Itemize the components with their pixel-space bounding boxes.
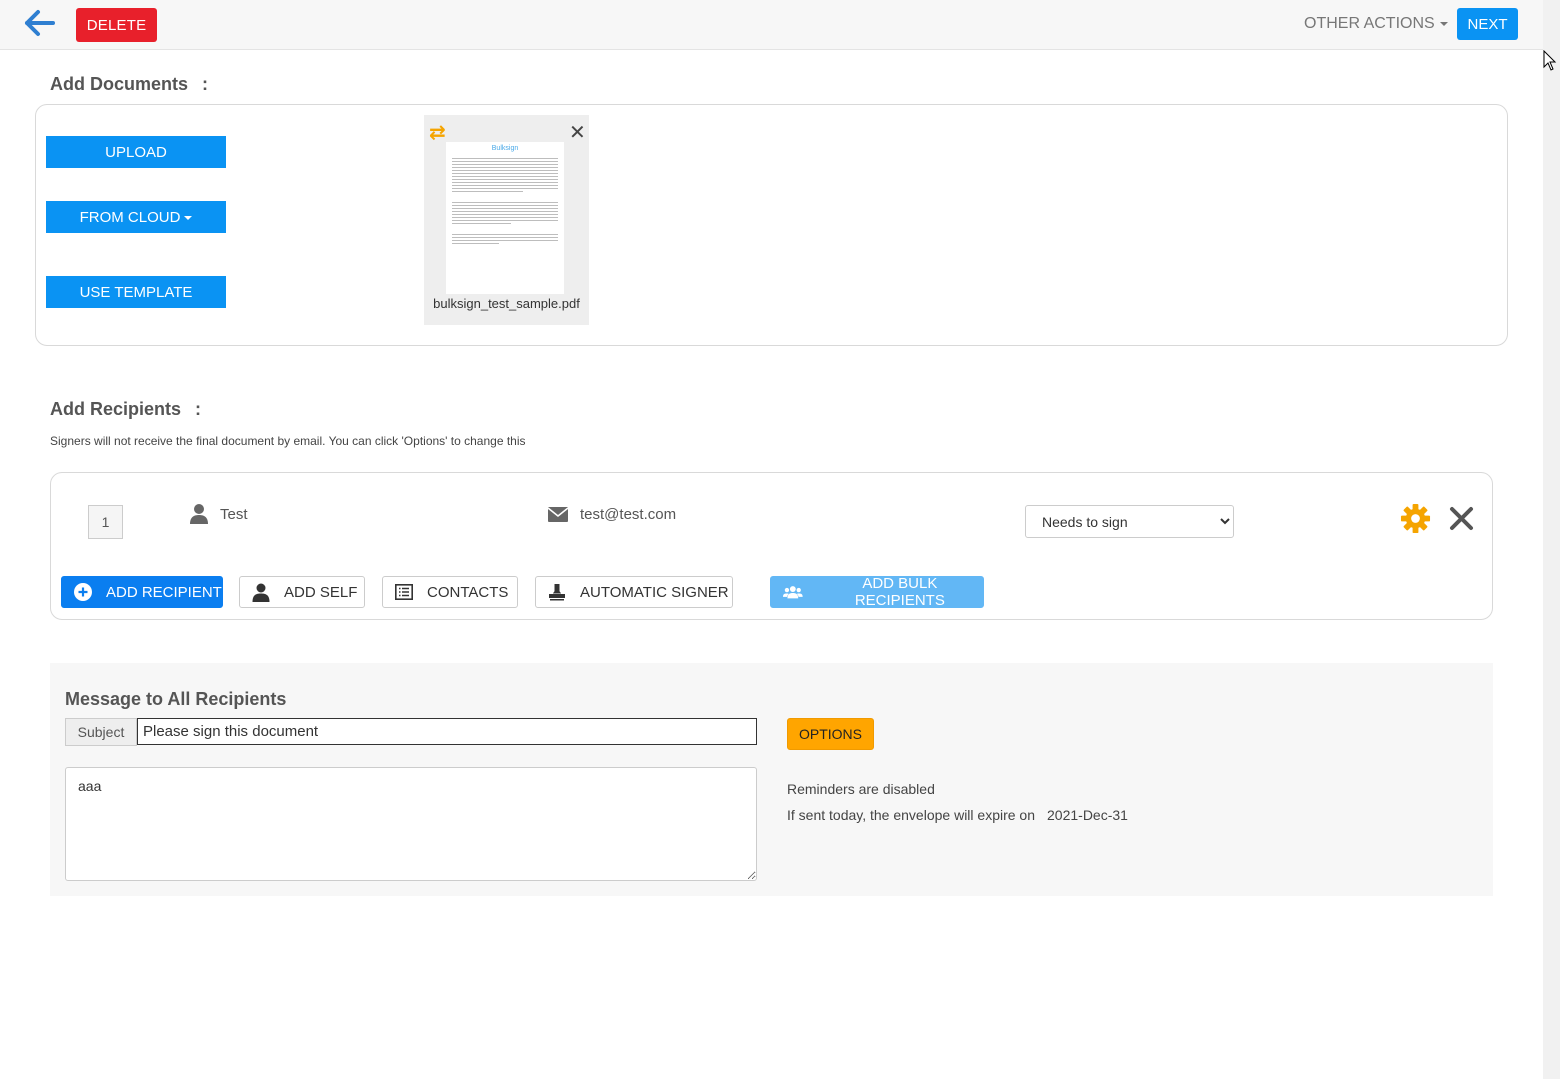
document-thumbnail[interactable]: ⇄ ✕ Bulksign bulksign_test_sample.pdf <box>424 115 589 325</box>
add-recipient-button[interactable]: ADD RECIPIENT <box>61 576 223 608</box>
recipient-name[interactable]: Test <box>220 506 248 523</box>
preview-title: Bulksign <box>491 145 519 152</box>
add-documents-label: Add Documents <box>50 74 189 94</box>
add-recipients-title: Add Recipients: <box>50 399 201 420</box>
use-template-button[interactable]: USE TEMPLATE <box>46 276 226 308</box>
user-icon <box>252 583 270 602</box>
contacts-label: CONTACTS <box>427 583 509 601</box>
reminders-status: Reminders are disabled <box>787 781 935 797</box>
caret-down-icon <box>1439 21 1448 26</box>
caret-down-icon <box>184 215 193 220</box>
document-filename: bulksign_test_sample.pdf <box>433 296 580 311</box>
add-self-button[interactable]: ADD SELF <box>239 576 365 608</box>
user-icon <box>190 504 208 524</box>
message-title: Message to All Recipients <box>65 689 287 709</box>
gear-icon[interactable] <box>1400 503 1431 534</box>
from-cloud-button[interactable]: FROM CLOUD <box>46 201 226 233</box>
other-actions-dropdown[interactable]: OTHER ACTIONS <box>1304 15 1448 33</box>
add-bulk-recipients-label: ADD BULK RECIPIENTS <box>854 575 945 609</box>
delete-button[interactable]: DELETE <box>76 8 157 42</box>
expiration-text: If sent today, the envelope will expire … <box>787 807 1036 823</box>
colon: : <box>202 74 209 94</box>
remove-document-icon[interactable]: ✕ <box>569 120 586 145</box>
add-self-label: ADD SELF <box>284 583 358 601</box>
back-arrow-icon[interactable] <box>22 8 56 38</box>
stamp-icon <box>549 584 565 601</box>
document-preview-page: Bulksign <box>446 142 564 294</box>
automatic-signer-label: AUTOMATIC SIGNER <box>580 583 729 601</box>
replace-document-icon[interactable]: ⇄ <box>429 120 446 145</box>
next-button[interactable]: NEXT <box>1457 8 1518 40</box>
recipient-order-input[interactable]: 1 <box>88 505 123 539</box>
upload-button[interactable]: UPLOAD <box>46 136 226 168</box>
preview-text-lines <box>446 158 564 244</box>
documents-panel <box>35 104 1508 346</box>
list-icon <box>395 584 413 600</box>
recipient-email[interactable]: test@test.com <box>580 506 676 523</box>
options-button[interactable]: OPTIONS <box>787 718 874 750</box>
add-documents-title: Add Documents: <box>50 74 208 95</box>
subject-input[interactable] <box>137 718 757 745</box>
top-toolbar: DELETE OTHER ACTIONS NEXT <box>0 0 1543 50</box>
subject-label: Subject <box>65 718 137 746</box>
add-recipients-label: Add Recipients <box>50 399 182 419</box>
contacts-button[interactable]: CONTACTS <box>382 576 518 608</box>
remove-recipient-icon[interactable] <box>1449 506 1474 531</box>
plus-circle-icon <box>74 583 92 601</box>
recipients-helper-text: Signers will not receive the final docum… <box>50 434 526 448</box>
mouse-cursor-icon <box>1543 50 1557 71</box>
users-icon <box>783 586 803 599</box>
colon: : <box>195 399 202 419</box>
envelope-icon <box>547 507 569 522</box>
message-body-textarea[interactable]: aaa <box>65 767 757 881</box>
automatic-signer-button[interactable]: AUTOMATIC SIGNER <box>535 576 733 608</box>
add-recipient-label: ADD RECIPIENT <box>106 583 222 601</box>
add-bulk-recipients-button[interactable]: ADD BULK RECIPIENTS <box>770 575 984 609</box>
expiration-info: If sent today, the envelope will expire … <box>787 807 1128 823</box>
recipient-role-select[interactable]: Needs to sign <box>1025 505 1234 538</box>
other-actions-label: OTHER ACTIONS <box>1304 15 1435 32</box>
from-cloud-label: FROM CLOUD <box>79 208 181 226</box>
page-scrollbar[interactable] <box>1543 0 1560 1079</box>
expiration-date: 2021-Dec-31 <box>1047 807 1128 823</box>
